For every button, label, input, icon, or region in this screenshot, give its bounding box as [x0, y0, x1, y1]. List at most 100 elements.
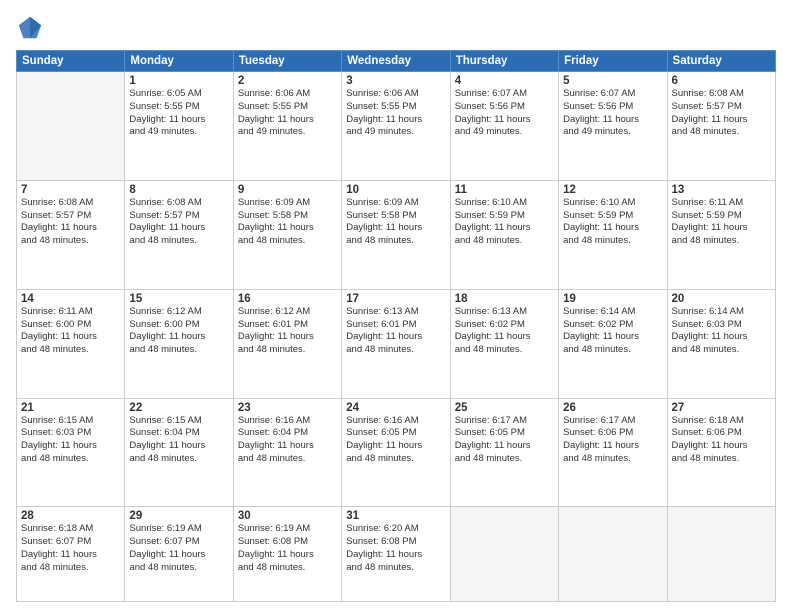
header: [16, 14, 776, 42]
day-number: 1: [129, 75, 228, 87]
logo: [16, 14, 48, 42]
calendar-cell: [667, 507, 775, 602]
day-info: Sunrise: 6:08 AMSunset: 5:57 PMDaylight:…: [129, 197, 228, 248]
day-number: 12: [563, 184, 662, 196]
calendar-cell: 31Sunrise: 6:20 AMSunset: 6:08 PMDayligh…: [342, 507, 450, 602]
calendar-cell: [17, 72, 125, 181]
day-info: Sunrise: 6:07 AMSunset: 5:56 PMDaylight:…: [455, 88, 554, 139]
day-number: 20: [672, 293, 771, 305]
day-number: 22: [129, 402, 228, 414]
day-info: Sunrise: 6:15 AMSunset: 6:04 PMDaylight:…: [129, 415, 228, 466]
day-number: 13: [672, 184, 771, 196]
day-number: 29: [129, 510, 228, 522]
calendar-cell: 5Sunrise: 6:07 AMSunset: 5:56 PMDaylight…: [559, 72, 667, 181]
day-number: 21: [21, 402, 120, 414]
weekday-header-row: SundayMondayTuesdayWednesdayThursdayFrid…: [17, 51, 776, 72]
calendar-cell: 7Sunrise: 6:08 AMSunset: 5:57 PMDaylight…: [17, 180, 125, 289]
day-info: Sunrise: 6:11 AMSunset: 6:00 PMDaylight:…: [21, 306, 120, 357]
day-info: Sunrise: 6:19 AMSunset: 6:07 PMDaylight:…: [129, 523, 228, 574]
calendar-cell: 27Sunrise: 6:18 AMSunset: 6:06 PMDayligh…: [667, 398, 775, 507]
calendar-cell: 25Sunrise: 6:17 AMSunset: 6:05 PMDayligh…: [450, 398, 558, 507]
week-row-3: 14Sunrise: 6:11 AMSunset: 6:00 PMDayligh…: [17, 289, 776, 398]
calendar-cell: 24Sunrise: 6:16 AMSunset: 6:05 PMDayligh…: [342, 398, 450, 507]
calendar-cell: 6Sunrise: 6:08 AMSunset: 5:57 PMDaylight…: [667, 72, 775, 181]
day-number: 30: [238, 510, 337, 522]
calendar-cell: 26Sunrise: 6:17 AMSunset: 6:06 PMDayligh…: [559, 398, 667, 507]
day-info: Sunrise: 6:09 AMSunset: 5:58 PMDaylight:…: [238, 197, 337, 248]
weekday-header-sunday: Sunday: [17, 51, 125, 72]
day-info: Sunrise: 6:12 AMSunset: 6:01 PMDaylight:…: [238, 306, 337, 357]
day-info: Sunrise: 6:10 AMSunset: 5:59 PMDaylight:…: [563, 197, 662, 248]
day-number: 10: [346, 184, 445, 196]
day-number: 28: [21, 510, 120, 522]
day-number: 17: [346, 293, 445, 305]
calendar-cell: 9Sunrise: 6:09 AMSunset: 5:58 PMDaylight…: [233, 180, 341, 289]
calendar-cell: 20Sunrise: 6:14 AMSunset: 6:03 PMDayligh…: [667, 289, 775, 398]
calendar-cell: 3Sunrise: 6:06 AMSunset: 5:55 PMDaylight…: [342, 72, 450, 181]
weekday-header-tuesday: Tuesday: [233, 51, 341, 72]
week-row-2: 7Sunrise: 6:08 AMSunset: 5:57 PMDaylight…: [17, 180, 776, 289]
day-info: Sunrise: 6:14 AMSunset: 6:03 PMDaylight:…: [672, 306, 771, 357]
day-info: Sunrise: 6:15 AMSunset: 6:03 PMDaylight:…: [21, 415, 120, 466]
week-row-4: 21Sunrise: 6:15 AMSunset: 6:03 PMDayligh…: [17, 398, 776, 507]
day-info: Sunrise: 6:05 AMSunset: 5:55 PMDaylight:…: [129, 88, 228, 139]
calendar-cell: 30Sunrise: 6:19 AMSunset: 6:08 PMDayligh…: [233, 507, 341, 602]
page: SundayMondayTuesdayWednesdayThursdayFrid…: [0, 0, 792, 612]
day-info: Sunrise: 6:18 AMSunset: 6:07 PMDaylight:…: [21, 523, 120, 574]
day-number: 14: [21, 293, 120, 305]
day-number: 3: [346, 75, 445, 87]
calendar-table: SundayMondayTuesdayWednesdayThursdayFrid…: [16, 50, 776, 602]
day-info: Sunrise: 6:12 AMSunset: 6:00 PMDaylight:…: [129, 306, 228, 357]
day-number: 15: [129, 293, 228, 305]
day-number: 2: [238, 75, 337, 87]
weekday-header-thursday: Thursday: [450, 51, 558, 72]
calendar-cell: 12Sunrise: 6:10 AMSunset: 5:59 PMDayligh…: [559, 180, 667, 289]
weekday-header-wednesday: Wednesday: [342, 51, 450, 72]
calendar-cell: 13Sunrise: 6:11 AMSunset: 5:59 PMDayligh…: [667, 180, 775, 289]
day-info: Sunrise: 6:16 AMSunset: 6:05 PMDaylight:…: [346, 415, 445, 466]
calendar-cell: 21Sunrise: 6:15 AMSunset: 6:03 PMDayligh…: [17, 398, 125, 507]
calendar-cell: [559, 507, 667, 602]
calendar-cell: 17Sunrise: 6:13 AMSunset: 6:01 PMDayligh…: [342, 289, 450, 398]
calendar-cell: 8Sunrise: 6:08 AMSunset: 5:57 PMDaylight…: [125, 180, 233, 289]
day-number: 25: [455, 402, 554, 414]
day-info: Sunrise: 6:06 AMSunset: 5:55 PMDaylight:…: [346, 88, 445, 139]
day-info: Sunrise: 6:19 AMSunset: 6:08 PMDaylight:…: [238, 523, 337, 574]
day-info: Sunrise: 6:09 AMSunset: 5:58 PMDaylight:…: [346, 197, 445, 248]
day-info: Sunrise: 6:11 AMSunset: 5:59 PMDaylight:…: [672, 197, 771, 248]
day-number: 4: [455, 75, 554, 87]
calendar-cell: 19Sunrise: 6:14 AMSunset: 6:02 PMDayligh…: [559, 289, 667, 398]
day-info: Sunrise: 6:08 AMSunset: 5:57 PMDaylight:…: [21, 197, 120, 248]
day-number: 5: [563, 75, 662, 87]
day-info: Sunrise: 6:07 AMSunset: 5:56 PMDaylight:…: [563, 88, 662, 139]
day-number: 19: [563, 293, 662, 305]
day-number: 8: [129, 184, 228, 196]
day-number: 26: [563, 402, 662, 414]
weekday-header-monday: Monday: [125, 51, 233, 72]
calendar-cell: 4Sunrise: 6:07 AMSunset: 5:56 PMDaylight…: [450, 72, 558, 181]
calendar-cell: 15Sunrise: 6:12 AMSunset: 6:00 PMDayligh…: [125, 289, 233, 398]
day-info: Sunrise: 6:20 AMSunset: 6:08 PMDaylight:…: [346, 523, 445, 574]
day-info: Sunrise: 6:13 AMSunset: 6:01 PMDaylight:…: [346, 306, 445, 357]
calendar-cell: 2Sunrise: 6:06 AMSunset: 5:55 PMDaylight…: [233, 72, 341, 181]
calendar-cell: 23Sunrise: 6:16 AMSunset: 6:04 PMDayligh…: [233, 398, 341, 507]
weekday-header-friday: Friday: [559, 51, 667, 72]
calendar-cell: [450, 507, 558, 602]
day-info: Sunrise: 6:18 AMSunset: 6:06 PMDaylight:…: [672, 415, 771, 466]
day-number: 18: [455, 293, 554, 305]
day-info: Sunrise: 6:08 AMSunset: 5:57 PMDaylight:…: [672, 88, 771, 139]
day-number: 24: [346, 402, 445, 414]
calendar-cell: 18Sunrise: 6:13 AMSunset: 6:02 PMDayligh…: [450, 289, 558, 398]
calendar-cell: 1Sunrise: 6:05 AMSunset: 5:55 PMDaylight…: [125, 72, 233, 181]
day-number: 6: [672, 75, 771, 87]
day-info: Sunrise: 6:06 AMSunset: 5:55 PMDaylight:…: [238, 88, 337, 139]
calendar-cell: 11Sunrise: 6:10 AMSunset: 5:59 PMDayligh…: [450, 180, 558, 289]
weekday-header-saturday: Saturday: [667, 51, 775, 72]
calendar-cell: 29Sunrise: 6:19 AMSunset: 6:07 PMDayligh…: [125, 507, 233, 602]
day-number: 31: [346, 510, 445, 522]
day-info: Sunrise: 6:10 AMSunset: 5:59 PMDaylight:…: [455, 197, 554, 248]
calendar-cell: 10Sunrise: 6:09 AMSunset: 5:58 PMDayligh…: [342, 180, 450, 289]
day-info: Sunrise: 6:16 AMSunset: 6:04 PMDaylight:…: [238, 415, 337, 466]
day-number: 16: [238, 293, 337, 305]
day-number: 7: [21, 184, 120, 196]
